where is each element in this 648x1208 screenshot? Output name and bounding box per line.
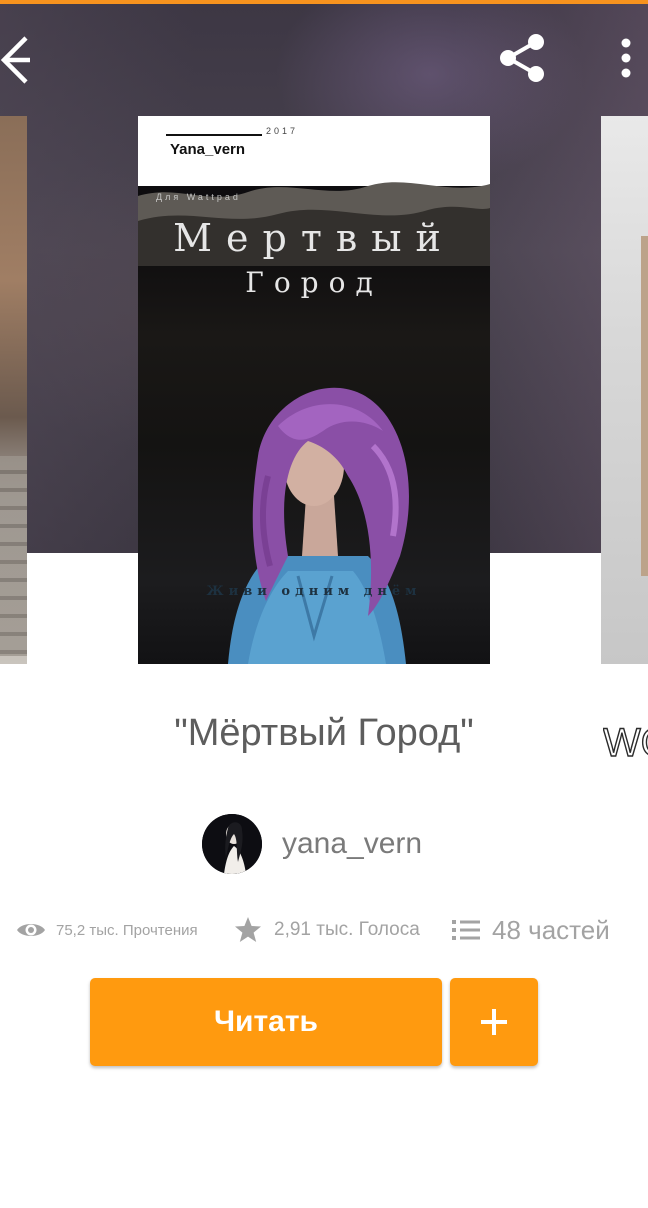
votes-count: 2,91 тыс. Голоса: [274, 919, 420, 940]
cover-caption: Для Wattpad: [156, 192, 241, 202]
cover-illustration: [228, 387, 409, 664]
author-avatar[interactable]: [202, 814, 262, 874]
story-stats: 75,2 тыс. Прочтения 2,91 тыс. Голоса 48 …: [16, 906, 636, 954]
eye-icon: [17, 924, 45, 936]
stat-reads: 75,2 тыс. Прочтения: [16, 906, 198, 954]
previous-cover[interactable]: [0, 116, 27, 664]
more-vertical-icon: [621, 38, 631, 78]
share-button[interactable]: [494, 30, 550, 86]
list-icon: [452, 920, 480, 940]
star-icon: [235, 917, 261, 942]
cover-tagline: Живи одним днём: [206, 584, 422, 599]
parts-count: 48 частей: [492, 914, 610, 945]
stat-parts: 48 частей: [452, 906, 610, 954]
book-cover[interactable]: 2017 Yana_vern Для Wattpad Мертвый Город…: [138, 116, 490, 664]
author-name[interactable]: yana_vern: [282, 827, 422, 861]
cover-year: 2017: [266, 126, 299, 136]
reads-count: 75,2 тыс. Прочтения: [56, 921, 198, 939]
cover-author: Yana_vern: [170, 141, 246, 158]
share-icon: [500, 34, 544, 82]
more-options-button[interactable]: [598, 30, 648, 86]
next-cover[interactable]: WO: [601, 116, 648, 764]
back-button[interactable]: [0, 30, 56, 86]
author-link[interactable]: yana_vern: [202, 814, 422, 874]
arrow-left-icon: [0, 36, 30, 84]
story-title: "Мёртвый Город": [174, 712, 474, 754]
add-to-library-button[interactable]: [450, 978, 538, 1066]
plus-icon: [481, 1009, 507, 1035]
read-button[interactable]: Читать: [90, 978, 442, 1066]
stat-votes: 2,91 тыс. Голоса: [234, 906, 420, 954]
cover-title-line1: Мертвый: [173, 216, 455, 260]
